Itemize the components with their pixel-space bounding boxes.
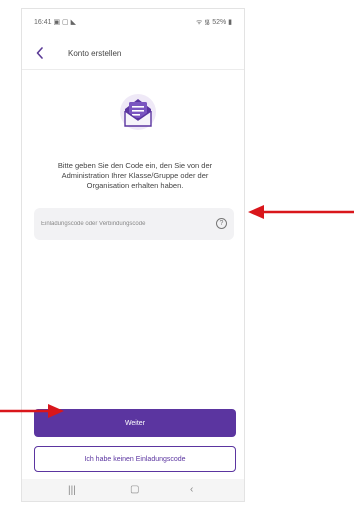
envelope-with-letter-icon bbox=[118, 93, 158, 131]
status-bar: 16:41 ▣ ▢ ◣ ᯤ ᯾ 52% ▮ bbox=[22, 9, 244, 33]
status-time: 16:41 ▣ ▢ ◣ bbox=[34, 19, 76, 26]
phone-screen: 16:41 ▣ ▢ ◣ ᯤ ᯾ 52% ▮ Konto erstellen Bi… bbox=[21, 8, 245, 502]
annotation-arrow-icon bbox=[0, 404, 64, 418]
question-circle-icon[interactable]: ? bbox=[216, 218, 227, 229]
no-code-button[interactable]: Ich habe keinen Einladungscode bbox=[34, 446, 236, 472]
page-title: Konto erstellen bbox=[68, 49, 122, 58]
invitation-code-input[interactable] bbox=[34, 208, 234, 240]
next-button[interactable]: Weiter bbox=[34, 409, 236, 437]
system-nav-bar: ||| ▢ ‹ bbox=[22, 479, 244, 501]
instruction-line: Bitte geben Sie den Code ein, den Sie vo… bbox=[57, 161, 213, 170]
status-icons: ᯤ ᯾ 52% ▮ bbox=[195, 19, 232, 26]
code-field: ? bbox=[34, 208, 234, 240]
instruction-line: Organisation erhalten haben. bbox=[86, 181, 184, 190]
app-bar: Konto erstellen bbox=[22, 39, 244, 70]
chevron-left-icon[interactable] bbox=[36, 47, 44, 61]
recent-apps-icon[interactable]: ||| bbox=[68, 485, 76, 496]
annotation-arrow-icon bbox=[248, 205, 354, 219]
home-icon[interactable]: ▢ bbox=[130, 484, 139, 495]
instruction-text: Bitte geben Sie den Code ein, den Sie vo… bbox=[40, 161, 230, 191]
instruction-line: Administration Ihrer Klasse/Gruppe oder … bbox=[61, 171, 209, 180]
back-icon[interactable]: ‹ bbox=[190, 484, 193, 495]
